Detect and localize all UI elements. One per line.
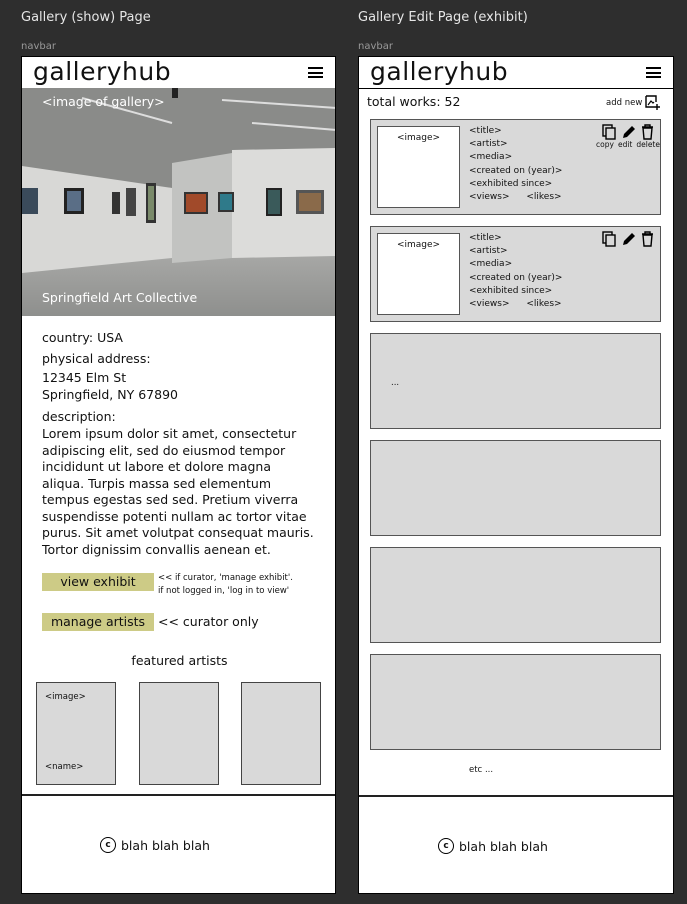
artwork-created: <created on (year)> (469, 165, 563, 176)
copy-label: copy (596, 140, 614, 149)
artwork-likes: <likes> (526, 192, 562, 203)
artwork-exhibited: <exhibited since> (469, 285, 553, 296)
artwork-thumbnail: <image> (377, 233, 460, 315)
ellipsis: ... (391, 378, 400, 388)
country: country: USA (42, 330, 123, 345)
artwork-media: <media> (469, 152, 513, 163)
total-works: total works: 52 (367, 94, 461, 109)
gallery-show-page: galleryhub <image of gallery> Springfiel… (21, 56, 336, 894)
hero-image-placeholder: <image of gallery> (42, 94, 165, 109)
edit-pencil-icon[interactable] (621, 231, 636, 247)
gallery-hero-image: <image of gallery> Springfield Art Colle… (22, 88, 335, 316)
artwork-meta: <title> <artist> <media> <created on (ye… (469, 125, 562, 204)
artwork-card-placeholder[interactable] (370, 440, 661, 536)
address-label: physical address: (42, 351, 151, 366)
artwork-media: <media> (469, 259, 513, 270)
artwork-likes: <likes> (526, 299, 562, 310)
right-frame-title: Gallery Edit Page (exhibit) (358, 10, 528, 25)
footer-text: blah blah blah (459, 838, 548, 854)
artwork-title: <title> (469, 126, 502, 136)
add-image-icon[interactable] (644, 94, 661, 110)
add-new-label[interactable]: add new (606, 98, 642, 108)
footer: c blah blah blah (438, 838, 548, 854)
gallery-name: Springfield Art Collective (42, 290, 198, 305)
featured-artists-title: featured artists (131, 653, 228, 668)
copy-icon[interactable] (602, 124, 617, 140)
description-label: description: (42, 409, 116, 424)
artwork-exhibited: <exhibited since> (469, 178, 553, 189)
featured-artist-card[interactable] (241, 682, 321, 785)
view-exhibit-button[interactable]: view exhibit (42, 573, 154, 591)
manage-artists-note: << curator only (158, 614, 259, 629)
artwork-actions (602, 231, 655, 247)
logo[interactable]: galleryhub (33, 57, 171, 87)
artwork-card-placeholder[interactable]: ... (370, 333, 661, 429)
gallery-photo (22, 88, 335, 316)
artwork-card[interactable]: <image> <title> <artist> <media> <create… (370, 119, 661, 215)
featured-artist-card[interactable] (139, 682, 219, 785)
delete-trash-icon[interactable] (640, 231, 655, 247)
footer-divider (359, 795, 673, 797)
artwork-views: <views> (469, 192, 510, 203)
footer: c blah blah blah (100, 837, 210, 853)
logo[interactable]: galleryhub (370, 57, 508, 87)
view-exhibit-note-2: if not logged in, 'log in to view' (158, 586, 290, 596)
copyright-icon: c (438, 838, 454, 854)
copy-icon[interactable] (602, 231, 617, 247)
artwork-views: <views> (469, 299, 510, 310)
address-line-2: Springfield, NY 67890 (42, 387, 178, 402)
manage-artists-button[interactable]: manage artists (42, 613, 154, 631)
hamburger-menu-icon[interactable] (308, 67, 323, 78)
artwork-title: <title> (469, 233, 502, 243)
left-navbar-label: navbar (21, 41, 56, 52)
artwork-image-placeholder: <image> (396, 133, 441, 143)
etc-label: etc ... (469, 765, 494, 775)
navbar: galleryhub (359, 57, 673, 89)
featured-artist-image: <image> (45, 692, 86, 702)
copyright-icon: c (100, 837, 116, 853)
action-labels: copy edit delete (596, 140, 660, 149)
footer-text: blah blah blah (121, 837, 210, 853)
delete-trash-icon[interactable] (640, 124, 655, 140)
artwork-meta: <title> <artist> <media> <created on (ye… (469, 232, 562, 311)
artwork-card-placeholder[interactable] (370, 654, 661, 750)
description-text: Lorem ipsum dolor sit amet, consectetur … (42, 426, 314, 557)
gallery-edit-page: galleryhub total works: 52 add new <imag… (358, 56, 674, 894)
navbar: galleryhub (22, 57, 335, 89)
delete-label: delete (636, 140, 660, 149)
artwork-card-placeholder[interactable] (370, 547, 661, 643)
left-frame-title: Gallery (show) Page (21, 10, 151, 25)
view-exhibit-note-1: << if curator, 'manage exhibit'. (158, 573, 293, 583)
hamburger-menu-icon[interactable] (646, 67, 661, 78)
edit-label: edit (617, 140, 633, 149)
footer-divider (22, 794, 335, 796)
featured-artist-card[interactable]: <image> <name> (36, 682, 116, 785)
artwork-card[interactable]: <image> <title> <artist> <media> <create… (370, 226, 661, 322)
artwork-artist: <artist> (469, 246, 508, 257)
address-line-1: 12345 Elm St (42, 370, 127, 385)
artwork-image-placeholder: <image> (396, 240, 441, 250)
artwork-created: <created on (year)> (469, 272, 563, 283)
artwork-thumbnail: <image> (377, 126, 460, 208)
featured-artist-name: <name> (45, 762, 84, 772)
right-navbar-label: navbar (358, 41, 393, 52)
artwork-artist: <artist> (469, 139, 508, 150)
artwork-actions (602, 124, 655, 140)
edit-pencil-icon[interactable] (621, 124, 636, 140)
